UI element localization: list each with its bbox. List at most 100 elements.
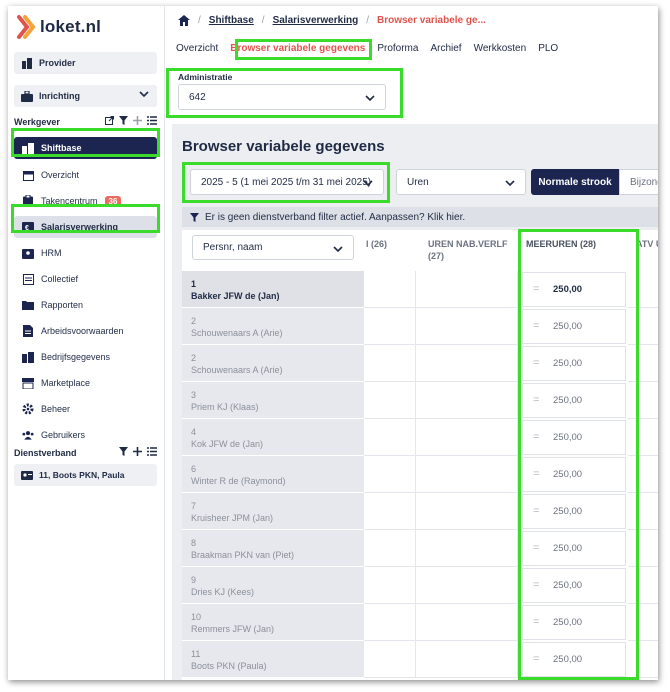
meeruren-input[interactable]: = 250,00 <box>522 642 626 677</box>
table-row[interactable]: 11 Boots PKN (Paula) <box>182 641 364 678</box>
plus-icon[interactable] <box>133 447 142 456</box>
table-row[interactable]: 6 Winter R de (Raymond) <box>182 456 364 493</box>
list-icon[interactable] <box>147 447 157 456</box>
sidebar-item-beheer[interactable]: Beheer <box>14 398 157 420</box>
tab-archief[interactable]: Archief <box>430 43 461 54</box>
cell-uren-nab-verlf[interactable] <box>416 419 518 456</box>
table-row[interactable]: 2 Schouwenaars A (Arie) <box>182 308 364 345</box>
period-select[interactable]: 2025 - 5 (1 mei 2025 t/m 31 mei 2025) <box>190 169 384 195</box>
breadcrumb-salarisverwerking[interactable]: Salarisverwerking <box>273 15 359 26</box>
cell-uren-nab-verlf[interactable] <box>416 641 518 678</box>
sidebar-item-collectief[interactable]: Collectief <box>14 268 157 290</box>
sidebar-item-gebruikers[interactable]: Gebruikers <box>14 424 157 446</box>
table-row[interactable]: 7 Kruisheer JPM (Jan) <box>182 493 364 530</box>
breadcrumb-shiftbase[interactable]: Shiftbase <box>209 15 254 26</box>
filter-icon[interactable] <box>119 116 128 125</box>
plus-icon[interactable] <box>133 116 142 125</box>
meeruren-input[interactable]: = 250,00 <box>522 420 626 455</box>
cell-26[interactable] <box>364 345 416 382</box>
cell-uren-nab-verlf[interactable] <box>416 345 518 382</box>
cell-uren-nab-verlf[interactable] <box>416 493 518 530</box>
administratie-select[interactable]: 642 <box>178 84 386 110</box>
column-header-atv[interactable]: ATV U <box>628 230 658 270</box>
tab-werkkosten[interactable]: Werkkosten <box>474 43 527 54</box>
normale-strook-button[interactable]: Normale strook <box>531 169 619 195</box>
cell-26[interactable] <box>364 641 416 678</box>
cell-atv[interactable] <box>628 530 658 567</box>
meeruren-input[interactable]: = 250,00 <box>522 568 626 603</box>
cell-atv[interactable] <box>628 308 658 345</box>
cell-atv[interactable] <box>628 604 658 641</box>
cell-atv[interactable] <box>628 456 658 493</box>
sidebar-item-shiftbase[interactable]: Shiftbase <box>14 137 157 159</box>
tab-proforma[interactable]: Proforma <box>377 43 418 54</box>
list-icon[interactable] <box>147 116 157 125</box>
meeruren-input[interactable]: = 250,00 <box>522 272 626 307</box>
cell-uren-nab-verlf[interactable] <box>416 271 518 308</box>
sidebar-item-rapporten[interactable]: Rapporten <box>14 294 157 316</box>
cell-26[interactable] <box>364 456 416 493</box>
cell-26[interactable] <box>364 604 416 641</box>
cell-26[interactable] <box>364 308 416 345</box>
table-row[interactable]: 4 Kok JFW de (Jan) <box>182 419 364 456</box>
provider-selector[interactable]: Provider <box>14 52 157 74</box>
external-link-icon[interactable] <box>105 116 114 125</box>
cell-uren-nab-verlf[interactable] <box>416 382 518 419</box>
cell-uren-nab-verlf[interactable] <box>416 567 518 604</box>
cell-uren-nab-verlf[interactable] <box>416 456 518 493</box>
cell-26[interactable] <box>364 493 416 530</box>
table-row[interactable]: 2 Schouwenaars A (Arie) <box>182 345 364 382</box>
selected-employee[interactable]: 11, Boots PKN, Paula <box>14 464 157 486</box>
table-row[interactable]: 3 Priem KJ (Klaas) <box>182 382 364 419</box>
cell-atv[interactable] <box>628 493 658 530</box>
filter-notice[interactable]: Er is geen dienstverband filter actief. … <box>182 207 658 227</box>
sidebar-item-overzicht[interactable]: Overzicht <box>14 164 157 186</box>
meeruren-input[interactable]: = 250,00 <box>522 457 626 492</box>
filter-icon[interactable] <box>119 447 128 456</box>
cell-26[interactable] <box>364 271 416 308</box>
logo[interactable]: loket.nl <box>16 12 101 42</box>
cell-uren-nab-verlf[interactable] <box>416 604 518 641</box>
cell-uren-nab-verlf[interactable] <box>416 530 518 567</box>
cell-26[interactable] <box>364 382 416 419</box>
column-header-uren-nab-verlf[interactable]: UREN NAB.VERLF (27) <box>420 230 516 270</box>
column-header-26[interactable]: l (26) <box>358 230 418 270</box>
employee-name: Kok JFW de (Jan) <box>191 439 264 449</box>
inrichting-dropdown[interactable]: Inrichting <box>14 85 157 107</box>
meeruren-input[interactable]: = 250,00 <box>522 605 626 640</box>
cell-26[interactable] <box>364 567 416 604</box>
sidebar-item-salarisverwerking[interactable]: € Salarisverwerking <box>14 216 157 238</box>
tab-plo[interactable]: PLO <box>538 43 558 54</box>
unit-value: Uren <box>407 176 429 188</box>
column-header-meeruren[interactable]: MEERUREN (28) <box>518 230 626 270</box>
cell-26[interactable] <box>364 419 416 456</box>
meeruren-input[interactable]: = 250,00 <box>522 531 626 566</box>
meeruren-input[interactable]: = 250,00 <box>522 309 626 344</box>
meeruren-input[interactable]: = 250,00 <box>522 346 626 381</box>
meeruren-input[interactable]: = 250,00 <box>522 383 626 418</box>
table-row[interactable]: 10 Remmers JFW (Jan) <box>182 604 364 641</box>
table-row[interactable]: 1 Bakker JFW de (Jan) <box>182 271 364 308</box>
cell-atv[interactable] <box>628 345 658 382</box>
cell-atv[interactable] <box>628 567 658 604</box>
sort-select[interactable]: Persnr, naam <box>192 235 354 260</box>
cell-atv[interactable] <box>628 382 658 419</box>
table-row[interactable]: 8 Braakman PKN van (Piet) <box>182 530 364 567</box>
table-row[interactable]: 9 Dries KJ (Kees) <box>182 567 364 604</box>
tab-overzicht[interactable]: Overzicht <box>176 43 218 54</box>
sidebar-item-bedrijfsgegevens[interactable]: Bedrijfsgegevens <box>14 346 157 368</box>
tab-browser-variabele-gegevens[interactable]: Browser variabele gegevens <box>230 43 365 54</box>
unit-select[interactable]: Uren <box>396 169 526 195</box>
cell-atv[interactable] <box>628 641 658 678</box>
sidebar-item-marketplace[interactable]: Marketplace <box>14 372 157 394</box>
cell-atv[interactable] <box>628 271 658 308</box>
cell-uren-nab-verlf[interactable] <box>416 308 518 345</box>
sidebar-item-hrm[interactable]: HRM <box>14 242 157 264</box>
home-icon[interactable] <box>178 14 190 26</box>
sidebar-item-arbeidsvoorwaarden[interactable]: Arbeidsvoorwaarden <box>14 320 157 342</box>
bijzondere-strook-button[interactable]: Bijzonde <box>619 169 658 195</box>
cell-atv[interactable] <box>628 419 658 456</box>
meeruren-input[interactable]: = 250,00 <box>522 494 626 529</box>
cell-26[interactable] <box>364 530 416 567</box>
sidebar-item-takencentrum[interactable]: Takencentrum 36 <box>14 190 157 212</box>
